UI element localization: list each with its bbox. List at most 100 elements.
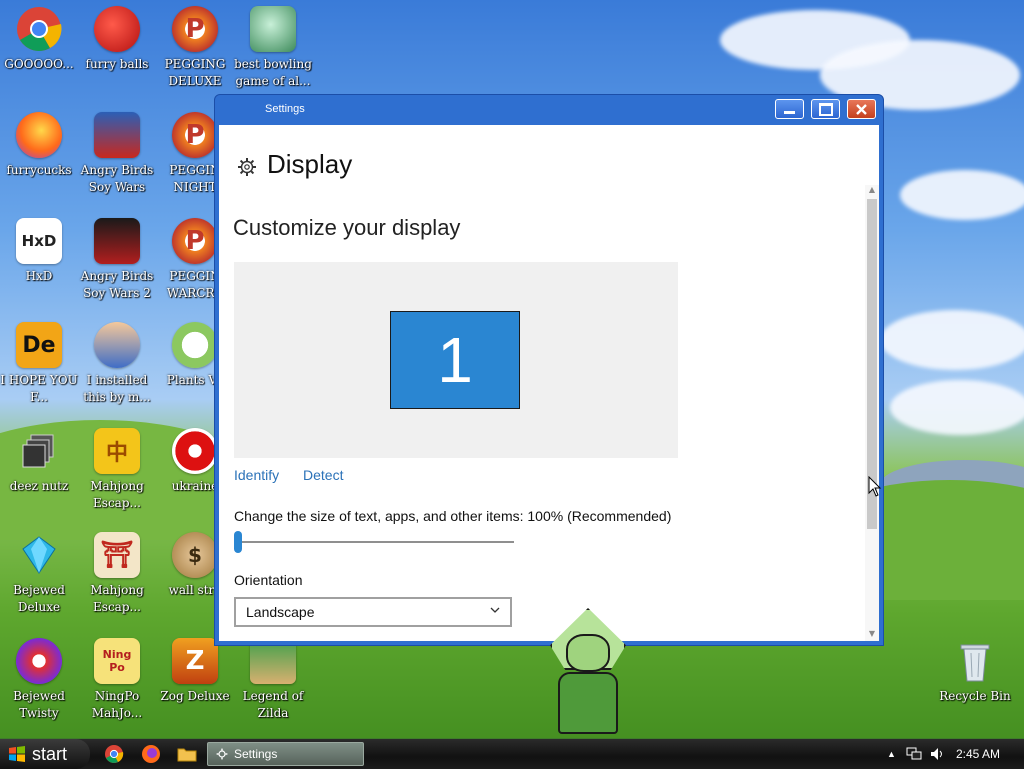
- firefox-quicklaunch-icon[interactable]: [141, 744, 161, 764]
- desktop-icon-label: Bejewed Twisty: [13, 689, 65, 720]
- page-title: Display: [267, 149, 353, 179]
- identify-link[interactable]: Identify: [234, 467, 279, 483]
- desktop-icon-label: deez nutz: [9, 479, 69, 493]
- pegging-p-icon: P: [172, 6, 218, 52]
- twist-gem-icon: [16, 638, 62, 684]
- pegging-p-icon: P: [172, 112, 218, 158]
- de-icon: De: [16, 322, 62, 368]
- desktop-icon-label: PEGGING DELUXE: [164, 57, 226, 88]
- display-arrangement-area: 1: [234, 262, 678, 458]
- orientation-label: Orientation: [234, 572, 303, 588]
- desktop-icon-pegging-deluxe[interactable]: P PEGGING DELUXE: [156, 6, 234, 90]
- minimize-icon: [784, 111, 795, 114]
- desktop-icon-mahjong-escape-1[interactable]: 中 Mahjong Escap...: [78, 428, 156, 512]
- orientation-select[interactable]: Landscape: [234, 597, 512, 627]
- pegging-p-icon: P: [172, 218, 218, 264]
- torii-glyph: ⛩: [100, 540, 134, 570]
- desktop-icon-label: Mahjong Escap...: [90, 479, 144, 510]
- money-glyph: $: [188, 543, 202, 567]
- desktop-icon-angry-birds-soy-wars-2[interactable]: Angry Birds Soy Wars 2: [78, 218, 156, 302]
- scroll-down-icon[interactable]: ▼: [867, 629, 877, 641]
- desktop-icon-ningpo[interactable]: Ning Po NingPo MahJo...: [78, 638, 156, 722]
- chrome-icon: [16, 6, 62, 52]
- desktop-icon-label: Angry Birds Soy Wars 2: [80, 269, 154, 300]
- de-glyph: De: [22, 332, 56, 358]
- desktop-icon-label: Recycle Bin: [939, 689, 1011, 703]
- start-label: start: [32, 743, 68, 764]
- desktop-icon-bejewed-twisty[interactable]: Bejewed Twisty: [0, 638, 78, 722]
- desktop-icon-mahjong-escape-2[interactable]: ⛩ Mahjong Escap...: [78, 532, 156, 616]
- hxd-icon: HxD: [16, 218, 62, 264]
- desktop-icon-zog-deluxe[interactable]: Z Zog Deluxe: [156, 638, 234, 705]
- desktop-icon-legend-of-zilda[interactable]: Legend of Zilda: [234, 638, 312, 722]
- gear-icon: [216, 748, 228, 760]
- desktop-icon-label: furrycucks: [6, 163, 72, 177]
- gem-icon: [16, 532, 62, 578]
- settings-window[interactable]: Settings Display Customize your display: [214, 94, 884, 646]
- desktop-icon-label: Legend of Zilda: [242, 689, 304, 720]
- desktop-icon-deez-nutz[interactable]: deez nutz: [0, 428, 78, 495]
- desktop-icon-furrycucks[interactable]: furrycucks: [0, 112, 78, 179]
- start-button[interactable]: start: [0, 739, 90, 769]
- close-icon: [856, 103, 867, 115]
- monitor-number: 1: [437, 324, 473, 396]
- system-tray: ▲ 2:45 AM: [887, 739, 1024, 769]
- stacked-windows-icon: [16, 428, 62, 474]
- desktop-icon-label: NingPo MahJo...: [91, 689, 143, 720]
- scroll-up-icon[interactable]: ▲: [867, 185, 877, 197]
- angry-birds-star-wars-icon: [94, 112, 140, 158]
- hxd-glyph: HxD: [21, 232, 57, 250]
- mahjong-glyph: 中: [105, 441, 128, 466]
- plants-vs-zombies-icon: [172, 322, 218, 368]
- mouse-cursor-icon: [868, 476, 882, 497]
- maximize-button[interactable]: [811, 99, 840, 119]
- pegging-glyph: P: [185, 120, 205, 150]
- windows-logo-icon: [9, 746, 25, 762]
- desktop-icon-bowling[interactable]: best bowling game of al...: [234, 6, 312, 90]
- desktop-icon-label: Angry Birds Soy Wars: [80, 163, 154, 194]
- scale-slider-thumb[interactable]: [234, 531, 242, 553]
- chevron-down-icon: [490, 607, 500, 613]
- window-titlebar[interactable]: Settings: [215, 95, 883, 125]
- desktop-icon-angry-birds-soy-wars[interactable]: Angry Birds Soy Wars: [78, 112, 156, 196]
- window-title: Settings: [265, 103, 305, 115]
- desktop-icon-furry-balls[interactable]: furry balls: [78, 6, 156, 73]
- gear-icon: [238, 158, 256, 176]
- taskbar-settings-button[interactable]: Settings: [207, 742, 364, 766]
- pegging-glyph: P: [185, 14, 205, 44]
- detect-link[interactable]: Detect: [303, 467, 343, 483]
- recycle-bin-icon: [952, 638, 998, 684]
- ningpo-glyph: Ning Po: [102, 648, 132, 674]
- maximize-icon: [818, 102, 833, 116]
- desktop-icon-i-hope-you[interactable]: De I HOPE YOU F...: [0, 322, 78, 406]
- ningpo-tile-icon: Ning Po: [94, 638, 140, 684]
- tray-expand-icon[interactable]: ▲: [887, 749, 896, 759]
- zog-z-icon: Z: [172, 638, 218, 684]
- desktop-icon-label: I HOPE YOU F...: [0, 373, 78, 404]
- taskbar-task-label: Settings: [234, 747, 278, 761]
- monitor-1-tile[interactable]: 1: [390, 311, 520, 409]
- clock[interactable]: 2:45 AM: [956, 747, 1000, 761]
- minimize-button[interactable]: [775, 99, 804, 119]
- zog-glyph: Z: [185, 646, 205, 676]
- mahjong-tile-icon: 中: [94, 428, 140, 474]
- desktop-icon-label: best bowling game of al...: [234, 57, 312, 88]
- close-button[interactable]: [847, 99, 876, 119]
- vertical-scrollbar[interactable]: ▲ ▼: [865, 185, 879, 641]
- desktop-icon-label: Bejewed Deluxe: [13, 583, 65, 614]
- chrome-quicklaunch-icon[interactable]: [104, 744, 124, 764]
- volume-icon[interactable]: [930, 747, 946, 761]
- desktop-icon-recycle-bin[interactable]: Recycle Bin: [936, 638, 1014, 705]
- desktop-icon-hxd[interactable]: HxD HxD: [0, 218, 78, 285]
- scale-slider-track[interactable]: [236, 541, 514, 543]
- desktop-icon-goooo[interactable]: GOOOOO...: [0, 6, 78, 73]
- desktop-icon-bejewed-deluxe[interactable]: Bejewed Deluxe: [0, 532, 78, 616]
- red-fuzzy-ball-icon: [94, 6, 140, 52]
- section-title: Customize your display: [233, 215, 461, 240]
- taskbar: start Settings ▲ 2:45 AM: [0, 738, 1024, 769]
- network-icon[interactable]: [906, 747, 922, 761]
- folder-quicklaunch-icon[interactable]: [177, 744, 197, 764]
- desktop-icon-i-installed[interactable]: I installed this by m...: [78, 322, 156, 406]
- desktop-icon-label: HxD: [25, 269, 53, 283]
- desktop-icon-label: Zog Deluxe: [160, 689, 230, 703]
